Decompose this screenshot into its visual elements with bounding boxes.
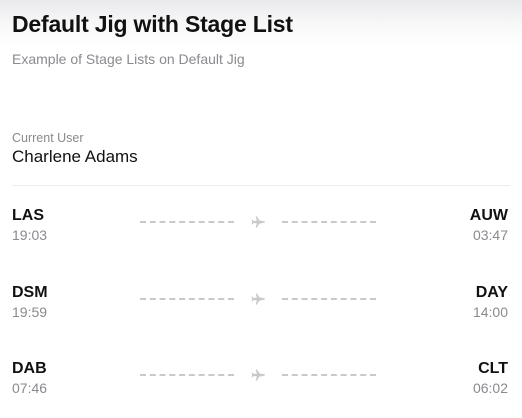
route-dash-left bbox=[140, 298, 234, 300]
route-dash-right bbox=[282, 221, 376, 223]
page-title: Default Jig with Stage List bbox=[12, 11, 293, 37]
route-line bbox=[140, 215, 376, 229]
destination-code: CLT bbox=[478, 360, 508, 377]
departure-time: 07:46 bbox=[12, 380, 48, 396]
departure-time: 19:59 bbox=[12, 304, 48, 320]
current-user-name: Charlene Adams bbox=[12, 147, 138, 166]
route-line bbox=[140, 292, 376, 306]
route-dash-right bbox=[282, 298, 376, 300]
origin-code: LAS bbox=[12, 207, 44, 224]
section-divider bbox=[12, 185, 510, 186]
arrival-time: 14:00 bbox=[472, 304, 508, 320]
current-user-label: Current User bbox=[12, 131, 84, 145]
route-dash-left bbox=[140, 374, 234, 376]
airplane-icon bbox=[251, 369, 265, 381]
route-dash-left bbox=[140, 221, 234, 223]
flight-row[interactable]: DAB 07:46 CLT 06:02 bbox=[12, 360, 508, 402]
flight-row[interactable]: DSM 19:59 DAY 14:00 bbox=[12, 284, 508, 326]
airplane-icon bbox=[251, 216, 265, 228]
origin-code: DSM bbox=[12, 284, 48, 301]
route-dash-right bbox=[282, 374, 376, 376]
flight-row[interactable]: LAS 19:03 AUW 03:47 bbox=[12, 207, 508, 249]
arrival-time: 03:47 bbox=[472, 227, 508, 243]
arrival-time: 06:02 bbox=[472, 380, 508, 396]
destination-code: AUW bbox=[469, 207, 508, 224]
page-subtitle: Example of Stage Lists on Default Jig bbox=[12, 51, 245, 67]
route-line bbox=[140, 368, 376, 382]
departure-time: 19:03 bbox=[12, 227, 48, 243]
origin-code: DAB bbox=[12, 360, 47, 377]
airplane-icon bbox=[251, 293, 265, 305]
destination-code: DAY bbox=[475, 284, 508, 301]
